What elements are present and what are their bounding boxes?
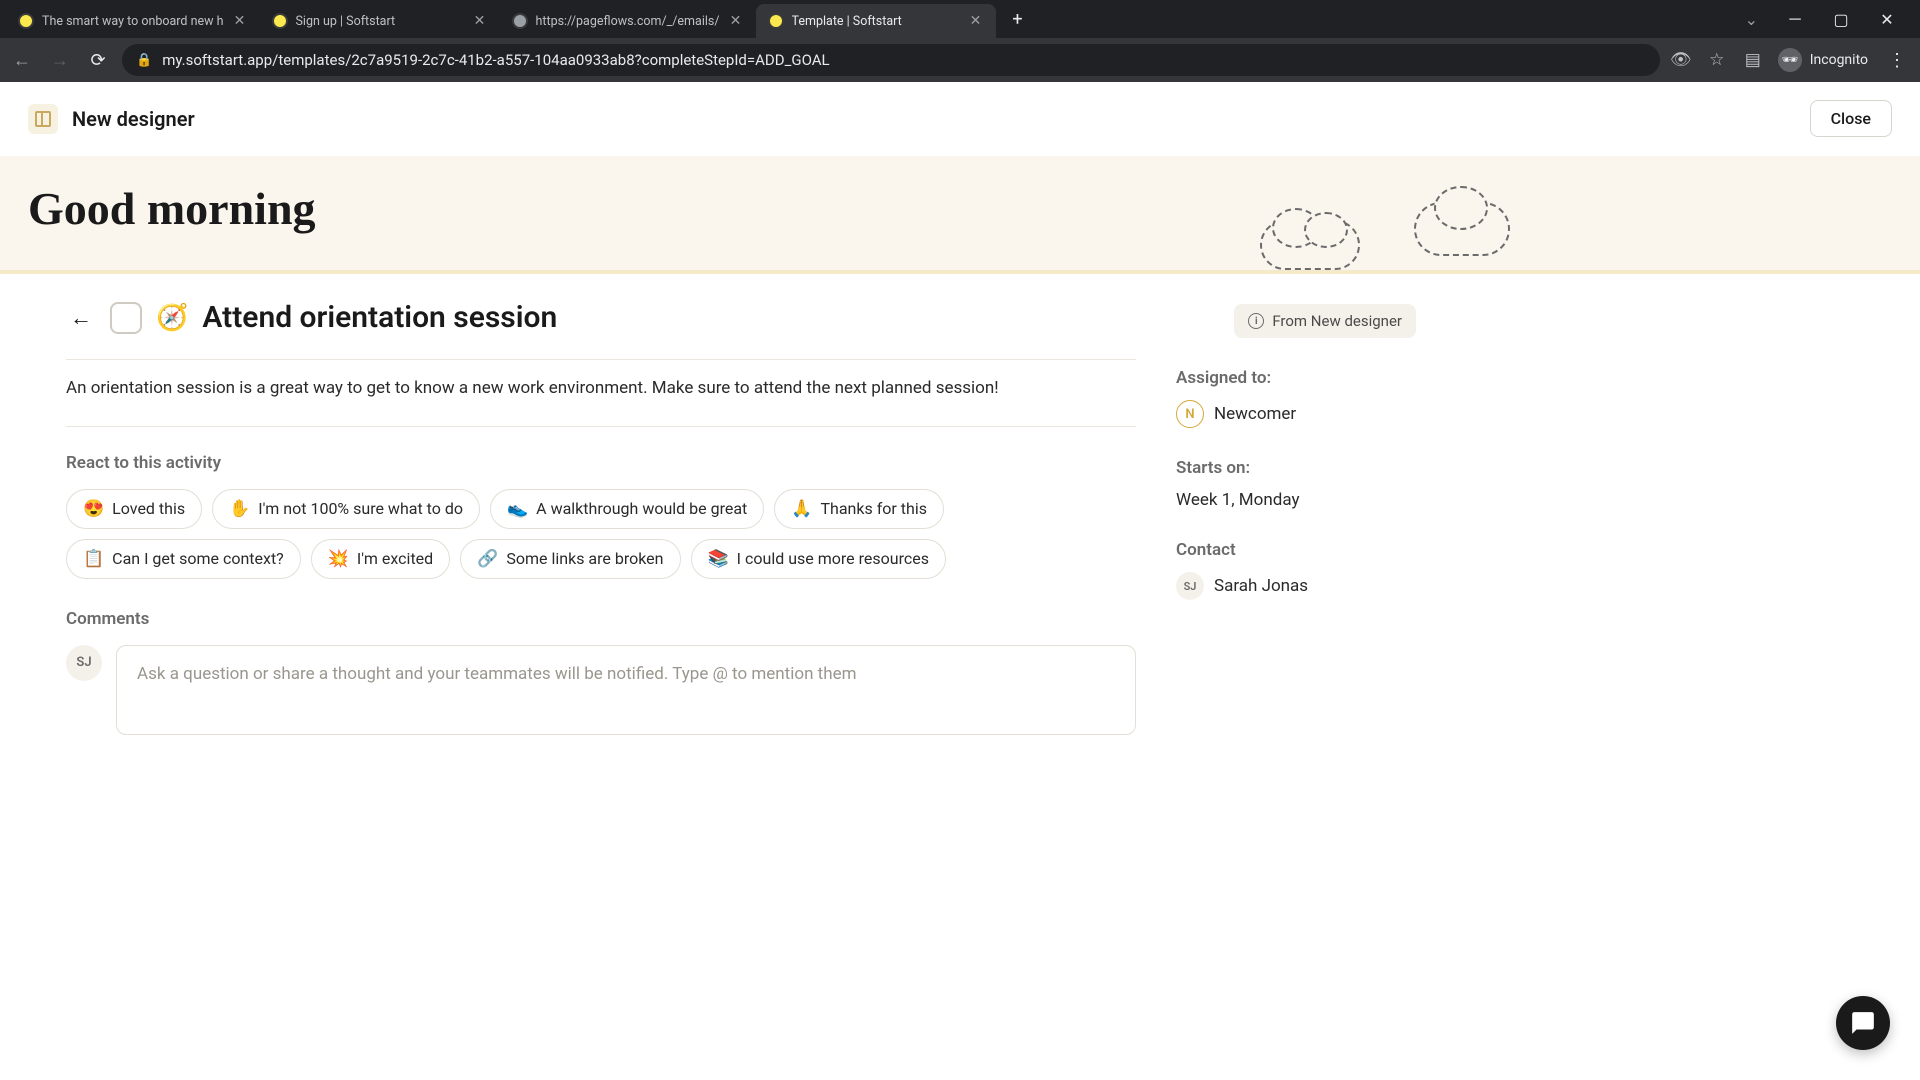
reactions-list: 😍Loved this ✋I'm not 100% sure what to d… [66,489,1136,579]
reaction-not-sure[interactable]: ✋I'm not 100% sure what to do [212,489,480,529]
clipboard-icon: 📋 [83,549,104,569]
browser-tab-active[interactable]: Template | Softstart ✕ [756,4,996,38]
compass-icon: 🧭 [156,303,188,333]
reaction-walkthrough[interactable]: 👟A walkthrough would be great [490,489,764,529]
info-icon: i [1248,313,1264,329]
reaction-more-resources[interactable]: 📚I could use more resources [691,539,946,579]
comments-label: Comments [66,609,1136,629]
browser-menu-button[interactable]: ⋮ [1882,50,1912,71]
starts-value: Week 1, Monday [1176,490,1416,510]
close-icon[interactable]: ✕ [472,13,488,29]
contact-avatar: SJ [1176,572,1204,600]
tab-title: Sign up | Softstart [296,14,464,29]
reload-button[interactable]: ⟳ [84,46,112,74]
incognito-icon: 🕶 [1778,48,1802,72]
chat-fab-button[interactable] [1836,996,1890,1050]
starts-label: Starts on: [1176,458,1416,478]
contact-row[interactable]: SJ Sarah Jonas [1176,572,1416,600]
forward-button[interactable]: → [46,46,74,74]
template-icon [28,104,58,134]
link-icon: 🔗 [477,549,498,569]
tab-title: https://pageflows.com/_/emails/ [536,14,720,29]
reactions-label: React to this activity [66,453,1136,473]
favicon-icon [18,13,34,29]
tab-search-icon[interactable]: ⌄ [1745,10,1758,29]
close-icon[interactable]: ✕ [968,13,984,29]
books-icon: 📚 [708,549,729,569]
heart-eyes-icon: 😍 [83,499,104,519]
lock-icon: 🔒 [136,53,152,68]
assignee-name: Newcomer [1214,404,1296,424]
reaction-excited[interactable]: 💥I'm excited [311,539,450,579]
maximize-button[interactable]: ▢ [1824,5,1858,33]
assigned-label: Assigned to: [1176,368,1416,388]
contact-label: Contact [1176,540,1416,560]
from-label: From New designer [1272,312,1402,330]
favicon-icon [272,13,288,29]
reaction-loved-this[interactable]: 😍Loved this [66,489,202,529]
shoe-icon: 👟 [507,499,528,519]
minimize-button[interactable]: ─ [1778,5,1812,33]
reaction-broken-links[interactable]: 🔗Some links are broken [460,539,680,579]
browser-tab-strip: The smart way to onboard new h ✕ Sign up… [0,0,1920,38]
reaction-context[interactable]: 📋Can I get some context? [66,539,301,579]
assignee-row[interactable]: N Newcomer [1176,400,1416,428]
incognito-label: Incognito [1810,52,1868,68]
assignee-avatar: N [1176,400,1204,428]
bookmark-icon[interactable]: ☆ [1706,49,1728,71]
chat-icon [1850,1010,1876,1036]
task-checkbox[interactable] [110,302,142,334]
close-icon[interactable]: ✕ [728,13,744,29]
tab-title: Template | Softstart [792,14,960,29]
url-input[interactable]: 🔒 my.softstart.app/templates/2c7a9519-2c… [122,44,1660,76]
task-title: Attend orientation session [202,300,557,335]
cloud-decoration [1414,202,1510,256]
from-badge: i From New designer [1234,304,1416,338]
task-card: ← 🧭 Attend orientation session An orient… [28,274,1892,761]
close-button[interactable]: Close [1810,100,1892,137]
favicon-icon [768,13,784,29]
incognito-badge: 🕶 Incognito [1778,48,1868,72]
hero-banner: Good morning [0,156,1920,274]
hand-icon: ✋ [229,499,250,519]
spark-icon: 💥 [328,549,349,569]
panel-icon[interactable]: ▤ [1742,49,1764,71]
browser-tab[interactable]: Sign up | Softstart ✕ [260,4,500,38]
browser-tab[interactable]: https://pageflows.com/_/emails/ ✕ [500,4,756,38]
app-header: New designer Close [0,82,1920,156]
task-description: An orientation session is a great way to… [66,359,1136,427]
tab-title: The smart way to onboard new h [42,14,224,29]
cloud-decoration [1260,220,1360,270]
comment-input[interactable]: Ask a question or share a thought and yo… [116,645,1136,735]
user-avatar: SJ [66,645,102,681]
greeting-text: Good morning [28,182,1892,235]
window-close-button[interactable]: ✕ [1870,5,1904,33]
pray-icon: 🙏 [791,499,812,519]
browser-tab[interactable]: The smart way to onboard new h ✕ [6,4,260,38]
new-tab-button[interactable]: + [1004,5,1032,33]
eye-off-icon[interactable]: 👁 [1670,49,1692,71]
back-button[interactable]: ← [8,46,36,74]
favicon-icon [512,13,528,29]
reaction-thanks[interactable]: 🙏Thanks for this [774,489,944,529]
back-arrow-icon[interactable]: ← [66,301,96,335]
address-bar: ← → ⟳ 🔒 my.softstart.app/templates/2c7a9… [0,38,1920,82]
contact-name: Sarah Jonas [1214,576,1308,596]
page-title: New designer [72,107,195,131]
close-icon[interactable]: ✕ [232,13,248,29]
url-text: my.softstart.app/templates/2c7a9519-2c7c… [162,51,829,69]
